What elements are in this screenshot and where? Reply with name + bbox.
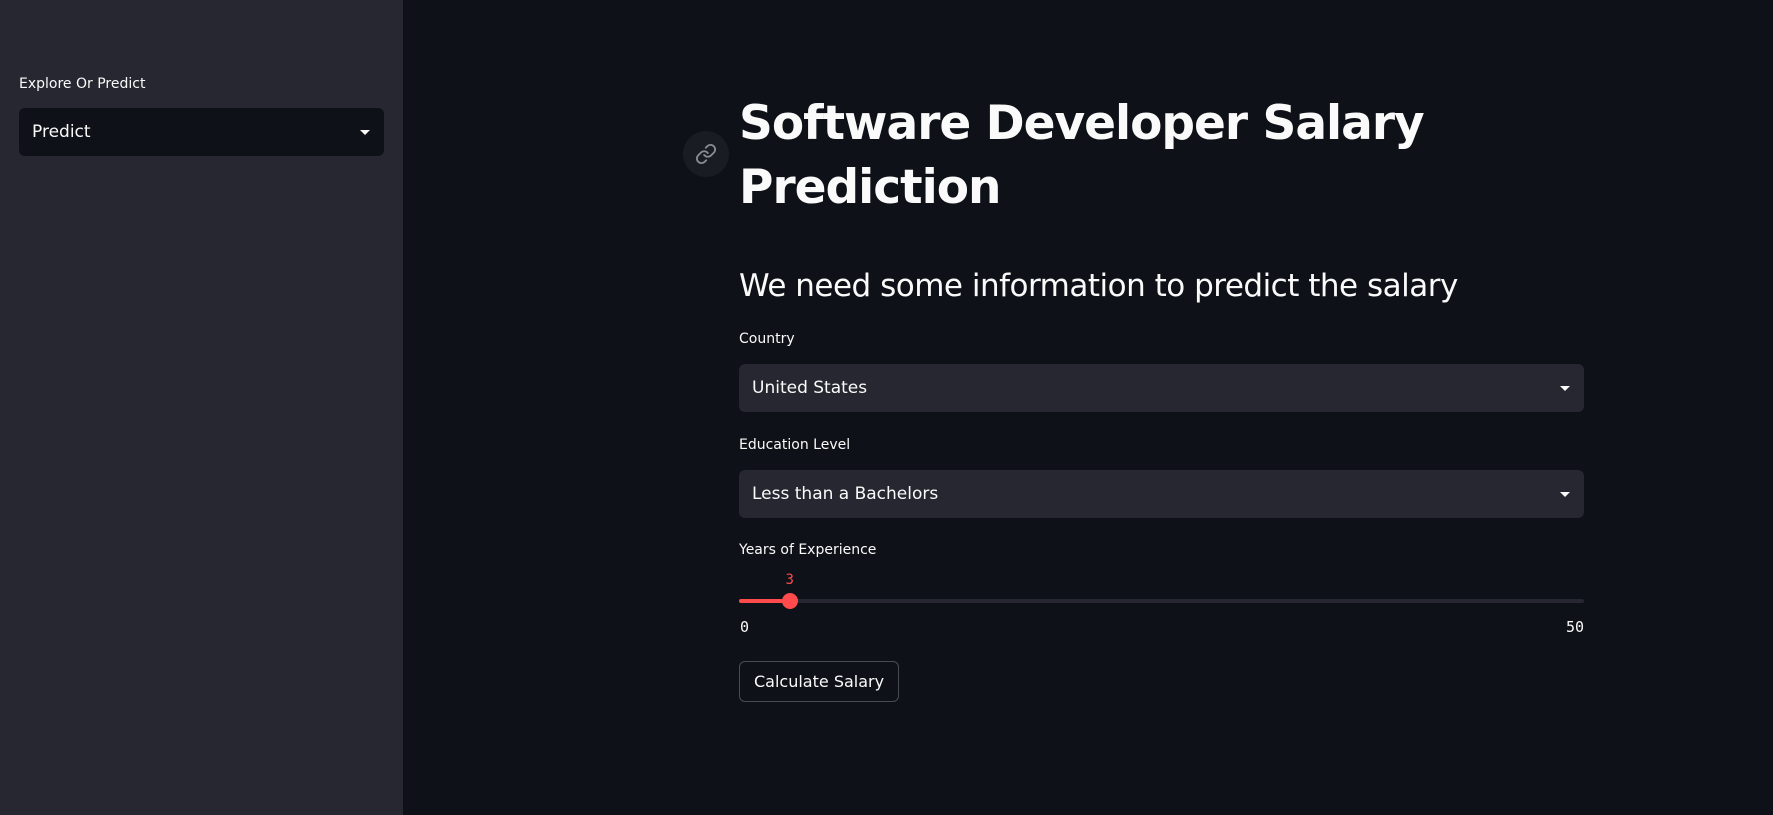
- country-select-value: United States: [752, 378, 868, 398]
- country-label: Country: [739, 331, 795, 347]
- slider-min: 0: [740, 618, 750, 636]
- country-select[interactable]: United States: [739, 364, 1584, 412]
- chevron-down-icon: [1560, 386, 1570, 391]
- link-icon[interactable]: [683, 131, 729, 177]
- chevron-down-icon: [1560, 492, 1570, 497]
- slider-max: 50: [1565, 618, 1584, 636]
- education-select[interactable]: Less than a Bachelors: [739, 470, 1584, 518]
- calculate-salary-button[interactable]: Calculate Salary: [739, 661, 900, 702]
- sidebar: Explore Or Predict Predict: [0, 0, 403, 815]
- app: Explore Or Predict Predict Software Deve…: [0, 0, 1773, 815]
- chevron-down-icon: [360, 130, 370, 135]
- slider-value: 3: [785, 572, 794, 588]
- mode-select[interactable]: Predict: [19, 108, 384, 156]
- page-subtitle: We need some information to predict the …: [739, 268, 1458, 304]
- slider-thumb[interactable]: [781, 593, 798, 609]
- education-select-value: Less than a Bachelors: [752, 484, 939, 504]
- slider-track[interactable]: [739, 599, 1584, 603]
- education-label: Education Level: [739, 437, 851, 453]
- mode-select-label: Explore Or Predict: [19, 76, 146, 92]
- experience-slider[interactable]: 3 0 50: [739, 570, 1584, 640]
- page-title: Software Developer Salary Prediction: [739, 96, 1425, 215]
- experience-label: Years of Experience: [739, 542, 877, 558]
- mode-select-value: Predict: [32, 122, 91, 142]
